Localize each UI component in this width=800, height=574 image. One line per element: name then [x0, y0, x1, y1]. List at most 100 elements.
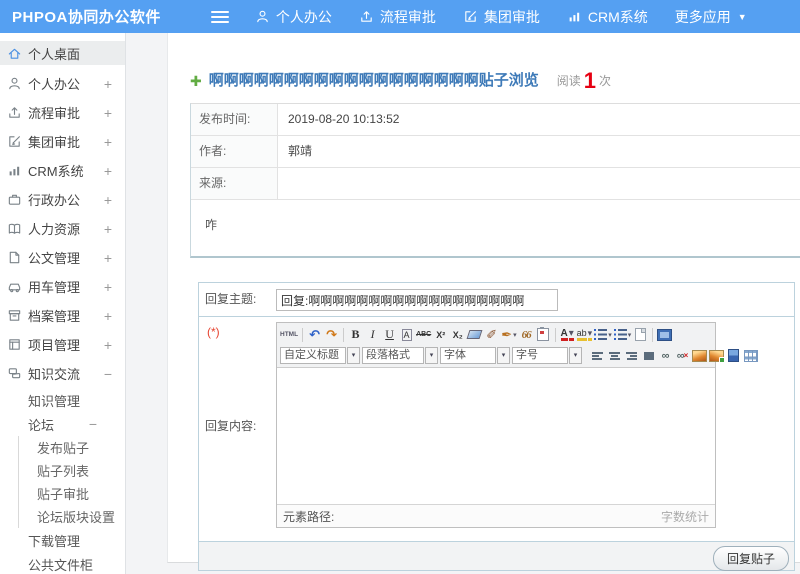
- align-center-button[interactable]: [606, 347, 623, 365]
- font-color-button[interactable]: A ▾: [559, 326, 576, 344]
- link-button[interactable]: ∞: [657, 347, 674, 365]
- paragraph-format-select[interactable]: 段落格式 ▾: [362, 347, 438, 364]
- expand-toggle-icon[interactable]: +: [104, 76, 112, 92]
- table-button[interactable]: [742, 347, 759, 365]
- expand-toggle-icon[interactable]: +: [104, 105, 112, 121]
- font-size-select[interactable]: 字号 ▾: [512, 347, 582, 364]
- menu-icon[interactable]: [210, 8, 229, 26]
- flash-button[interactable]: [708, 347, 725, 365]
- book-icon: [7, 221, 22, 236]
- sidebar-item-download-management[interactable]: 下载管理: [0, 528, 125, 552]
- nav-item-personal-office[interactable]: 个人办公: [255, 7, 332, 27]
- caret-down-icon: ▼: [737, 11, 747, 22]
- undo-button[interactable]: ↶: [306, 326, 323, 344]
- eraser-icon: [466, 330, 483, 339]
- button-glyph: X²: [436, 329, 446, 340]
- new-document-button[interactable]: [632, 326, 649, 344]
- button-glyph: A: [401, 328, 412, 341]
- sidebar-item-admin-office[interactable]: 行政办公 +: [0, 185, 125, 214]
- sidebar-item-archive-management[interactable]: 档案管理 +: [0, 301, 125, 330]
- nav-item-group-approval[interactable]: 集团审批: [463, 7, 540, 27]
- expand-toggle-icon[interactable]: +: [104, 163, 112, 179]
- expand-toggle-icon[interactable]: +: [104, 192, 112, 208]
- align-justify-icon: [643, 351, 654, 360]
- sidebar-item-public-file-cabinet[interactable]: 公共文件柜: [0, 552, 125, 574]
- briefcase-icon: [7, 192, 22, 207]
- sidebar-item-workflow-approval[interactable]: 流程审批 +: [0, 98, 125, 127]
- list-icon: [594, 329, 608, 340]
- sidebar-item-project-management[interactable]: 项目管理 +: [0, 330, 125, 359]
- flash-icon: [709, 349, 725, 363]
- align-left-button[interactable]: [589, 347, 606, 365]
- sidebar-item-human-resources[interactable]: 人力资源 +: [0, 214, 125, 243]
- sidebar-item-personal-desktop[interactable]: 个人桌面: [0, 41, 125, 65]
- subscript-button[interactable]: X₂: [449, 326, 466, 344]
- sidebar-item-forum-board-settings[interactable]: 论坛版块设置: [18, 505, 125, 528]
- sidebar-item-post-approval[interactable]: 贴子审批: [18, 482, 125, 505]
- image-button[interactable]: [691, 347, 708, 365]
- italic-button[interactable]: I: [364, 326, 381, 344]
- nav-item-workflow-approval[interactable]: 流程审批: [359, 7, 436, 27]
- expand-toggle-icon[interactable]: +: [104, 134, 112, 150]
- ordered-list-button[interactable]: ▾: [593, 326, 613, 344]
- expand-toggle-icon[interactable]: +: [104, 337, 112, 353]
- sidebar-item-knowledge-management[interactable]: 知识管理: [0, 388, 125, 412]
- button-glyph: ✒: [501, 326, 513, 342]
- sidebar-item-group-approval[interactable]: 集团审批 +: [0, 127, 125, 156]
- sidebar-item-document-management[interactable]: 公文管理 +: [0, 243, 125, 272]
- unordered-list-button[interactable]: ▾: [613, 326, 633, 344]
- caret-down-icon: ▾: [568, 327, 574, 341]
- reply-subject-input[interactable]: [276, 289, 558, 311]
- expand-toggle-icon[interactable]: +: [104, 221, 112, 237]
- highlight-color-button[interactable]: ab ▾: [576, 326, 594, 344]
- nav-item-crm-system[interactable]: CRM系统: [567, 7, 648, 27]
- unlink-button[interactable]: ∞ ×: [674, 347, 691, 365]
- expand-toggle-icon[interactable]: +: [104, 250, 112, 266]
- button-glyph: ABC: [416, 331, 432, 338]
- custom-title-select[interactable]: 自定义标题 ▾: [280, 347, 360, 364]
- fullscreen-button[interactable]: [656, 326, 673, 344]
- expand-toggle-icon[interactable]: +: [104, 279, 112, 295]
- remove-format-button[interactable]: [466, 326, 483, 344]
- sidebar-item-personal-office[interactable]: 个人办公 +: [0, 69, 125, 98]
- approval-icon: [7, 134, 22, 149]
- sidebar-item-crm-system[interactable]: CRM系统 +: [0, 156, 125, 185]
- align-justify-button[interactable]: [640, 347, 657, 365]
- sidebar-item-label: 发布贴子: [37, 441, 90, 456]
- media-button[interactable]: [725, 347, 742, 365]
- strikethrough-button[interactable]: ABC: [415, 326, 432, 344]
- sidebar-item-knowledge-exchange[interactable]: 知识交流 −: [0, 359, 125, 388]
- font-style-button[interactable]: A: [398, 326, 415, 344]
- sidebar-item-post-list[interactable]: 贴子列表: [18, 459, 125, 482]
- nav-item-more-apps[interactable]: 更多应用 ▼: [675, 7, 747, 27]
- paste-button[interactable]: [535, 326, 552, 344]
- expand-toggle-icon[interactable]: −: [89, 416, 97, 432]
- reply-content-label: 回复内容:: [199, 317, 271, 533]
- blockquote-button[interactable]: 66: [518, 326, 535, 344]
- editor-content-area[interactable]: [277, 367, 715, 504]
- reply-submit-button[interactable]: 回复贴子: [712, 546, 789, 571]
- sidebar-item-forum[interactable]: 论坛 −: [0, 412, 125, 436]
- font-family-select[interactable]: 字体 ▾: [440, 347, 510, 364]
- redo-button[interactable]: ↷: [323, 326, 340, 344]
- expand-toggle-icon[interactable]: −: [104, 366, 112, 382]
- word-count-label: 字数统计: [660, 509, 709, 524]
- align-right-button[interactable]: [623, 347, 640, 365]
- html-source-button[interactable]: HTML: [279, 326, 299, 344]
- format-painter-button[interactable]: ✐: [483, 326, 500, 344]
- reply-subject-label-text: 回复主题:: [205, 292, 257, 306]
- sidebar-item-post-create[interactable]: 发布贴子: [18, 436, 125, 459]
- sidebar-item-vehicle-management[interactable]: 用车管理 +: [0, 272, 125, 301]
- reply-form: 回复主题: (*) 回复内容: HTML↶↷BIUAABCX²X₂✐✒: [198, 282, 795, 571]
- approval-icon: [463, 9, 478, 24]
- expand-toggle-icon[interactable]: +: [104, 308, 112, 324]
- bold-button[interactable]: B: [347, 326, 364, 344]
- sidebar-item-label: 集团审批: [28, 135, 81, 150]
- caret-down-icon: ▾: [569, 347, 582, 364]
- media-icon: [728, 349, 739, 362]
- paint-color-button[interactable]: ✒ ▾: [500, 326, 517, 344]
- superscript-button[interactable]: X²: [432, 326, 449, 344]
- nav-item-label: 集团审批: [483, 8, 540, 25]
- underline-button[interactable]: U: [381, 326, 398, 344]
- post-info-table: 发布时间: 2019-08-20 10:13:52 作者: 郭靖 来源: 咋: [190, 103, 800, 258]
